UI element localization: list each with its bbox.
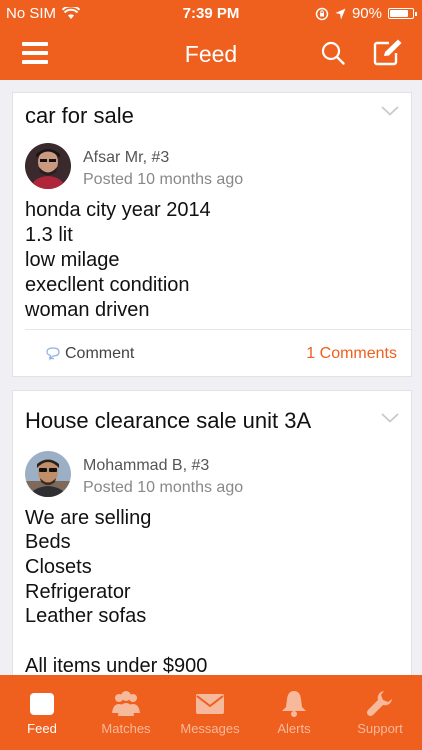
avatar[interactable] [25,143,71,189]
battery-level [390,10,408,17]
tab-label: Messages [180,721,240,736]
status-right: 90% [315,5,417,22]
tab-alerts[interactable]: Alerts [252,675,336,750]
post-body-line: honda city year 2014 [25,199,211,221]
divider [25,329,411,330]
comments-count-link[interactable]: 1 Comments [306,345,397,363]
tab-support[interactable]: Support [338,675,422,750]
post-body-line: woman driven [25,299,150,321]
search-icon[interactable] [320,40,346,66]
battery-icon [388,8,417,19]
comment-icon [46,347,60,361]
post-timestamp: Posted 10 months ago [83,171,244,188]
post-body-line: 1.3 lit [25,224,73,246]
post-body-line: Beds [25,531,71,553]
tab-label: Alerts [277,721,311,736]
post-title: car for sale [25,103,134,128]
location-icon [335,8,346,19]
tab-label: Support [357,721,403,736]
post-body-line: Leather sofas [25,605,147,627]
post-card[interactable]: House clearance sale unit 3A Mohammad B,… [12,390,412,675]
post-body-line: All items under $900 [25,655,208,675]
post-author[interactable]: Mohammad B, #3 [83,457,209,475]
feed-list[interactable]: car for sale Afsar Mr, #3 Posted 10 mont… [0,80,422,675]
post-body-line: Refrigerator [25,581,131,603]
avatar-image [25,451,71,497]
tab-matches[interactable]: Matches [84,675,168,750]
nav-bar: Feed [0,28,422,80]
compose-icon[interactable] [372,39,404,67]
avatar[interactable] [25,451,71,497]
post-author[interactable]: Afsar Mr, #3 [83,149,169,167]
bell-icon [282,691,306,717]
feed-icon [30,693,54,715]
people-icon [112,691,140,716]
wrench-icon [366,691,392,717]
post-body-line: execllent condition [25,274,190,296]
tab-feed[interactable]: Feed [0,675,84,750]
tab-bar: Feed Matches Messages Alerts Support [0,675,422,750]
rotation-lock-icon [315,7,329,20]
chevron-down-icon[interactable] [381,106,399,116]
post-card[interactable]: car for sale Afsar Mr, #3 Posted 10 mont… [12,92,412,377]
battery-percent: 90% [351,5,382,22]
post-body-line: low milage [25,249,120,271]
post-timestamp: Posted 10 months ago [83,479,244,496]
avatar-image [25,143,71,189]
post-body-line: Closets [25,556,92,578]
tab-label: Feed [27,721,57,736]
comment-button[interactable]: Comment [45,345,134,363]
post-title: House clearance sale unit 3A [25,408,312,433]
status-bar: No SIM 7:39 PM 90% [0,0,422,28]
chevron-down-icon[interactable] [381,413,399,423]
tab-label: Matches [101,721,151,736]
tab-messages[interactable]: Messages [168,675,252,750]
envelope-icon [196,694,224,714]
comment-label: Comment [65,345,135,362]
page-title: Feed [184,41,238,67]
post-body-line: We are selling [25,507,152,529]
